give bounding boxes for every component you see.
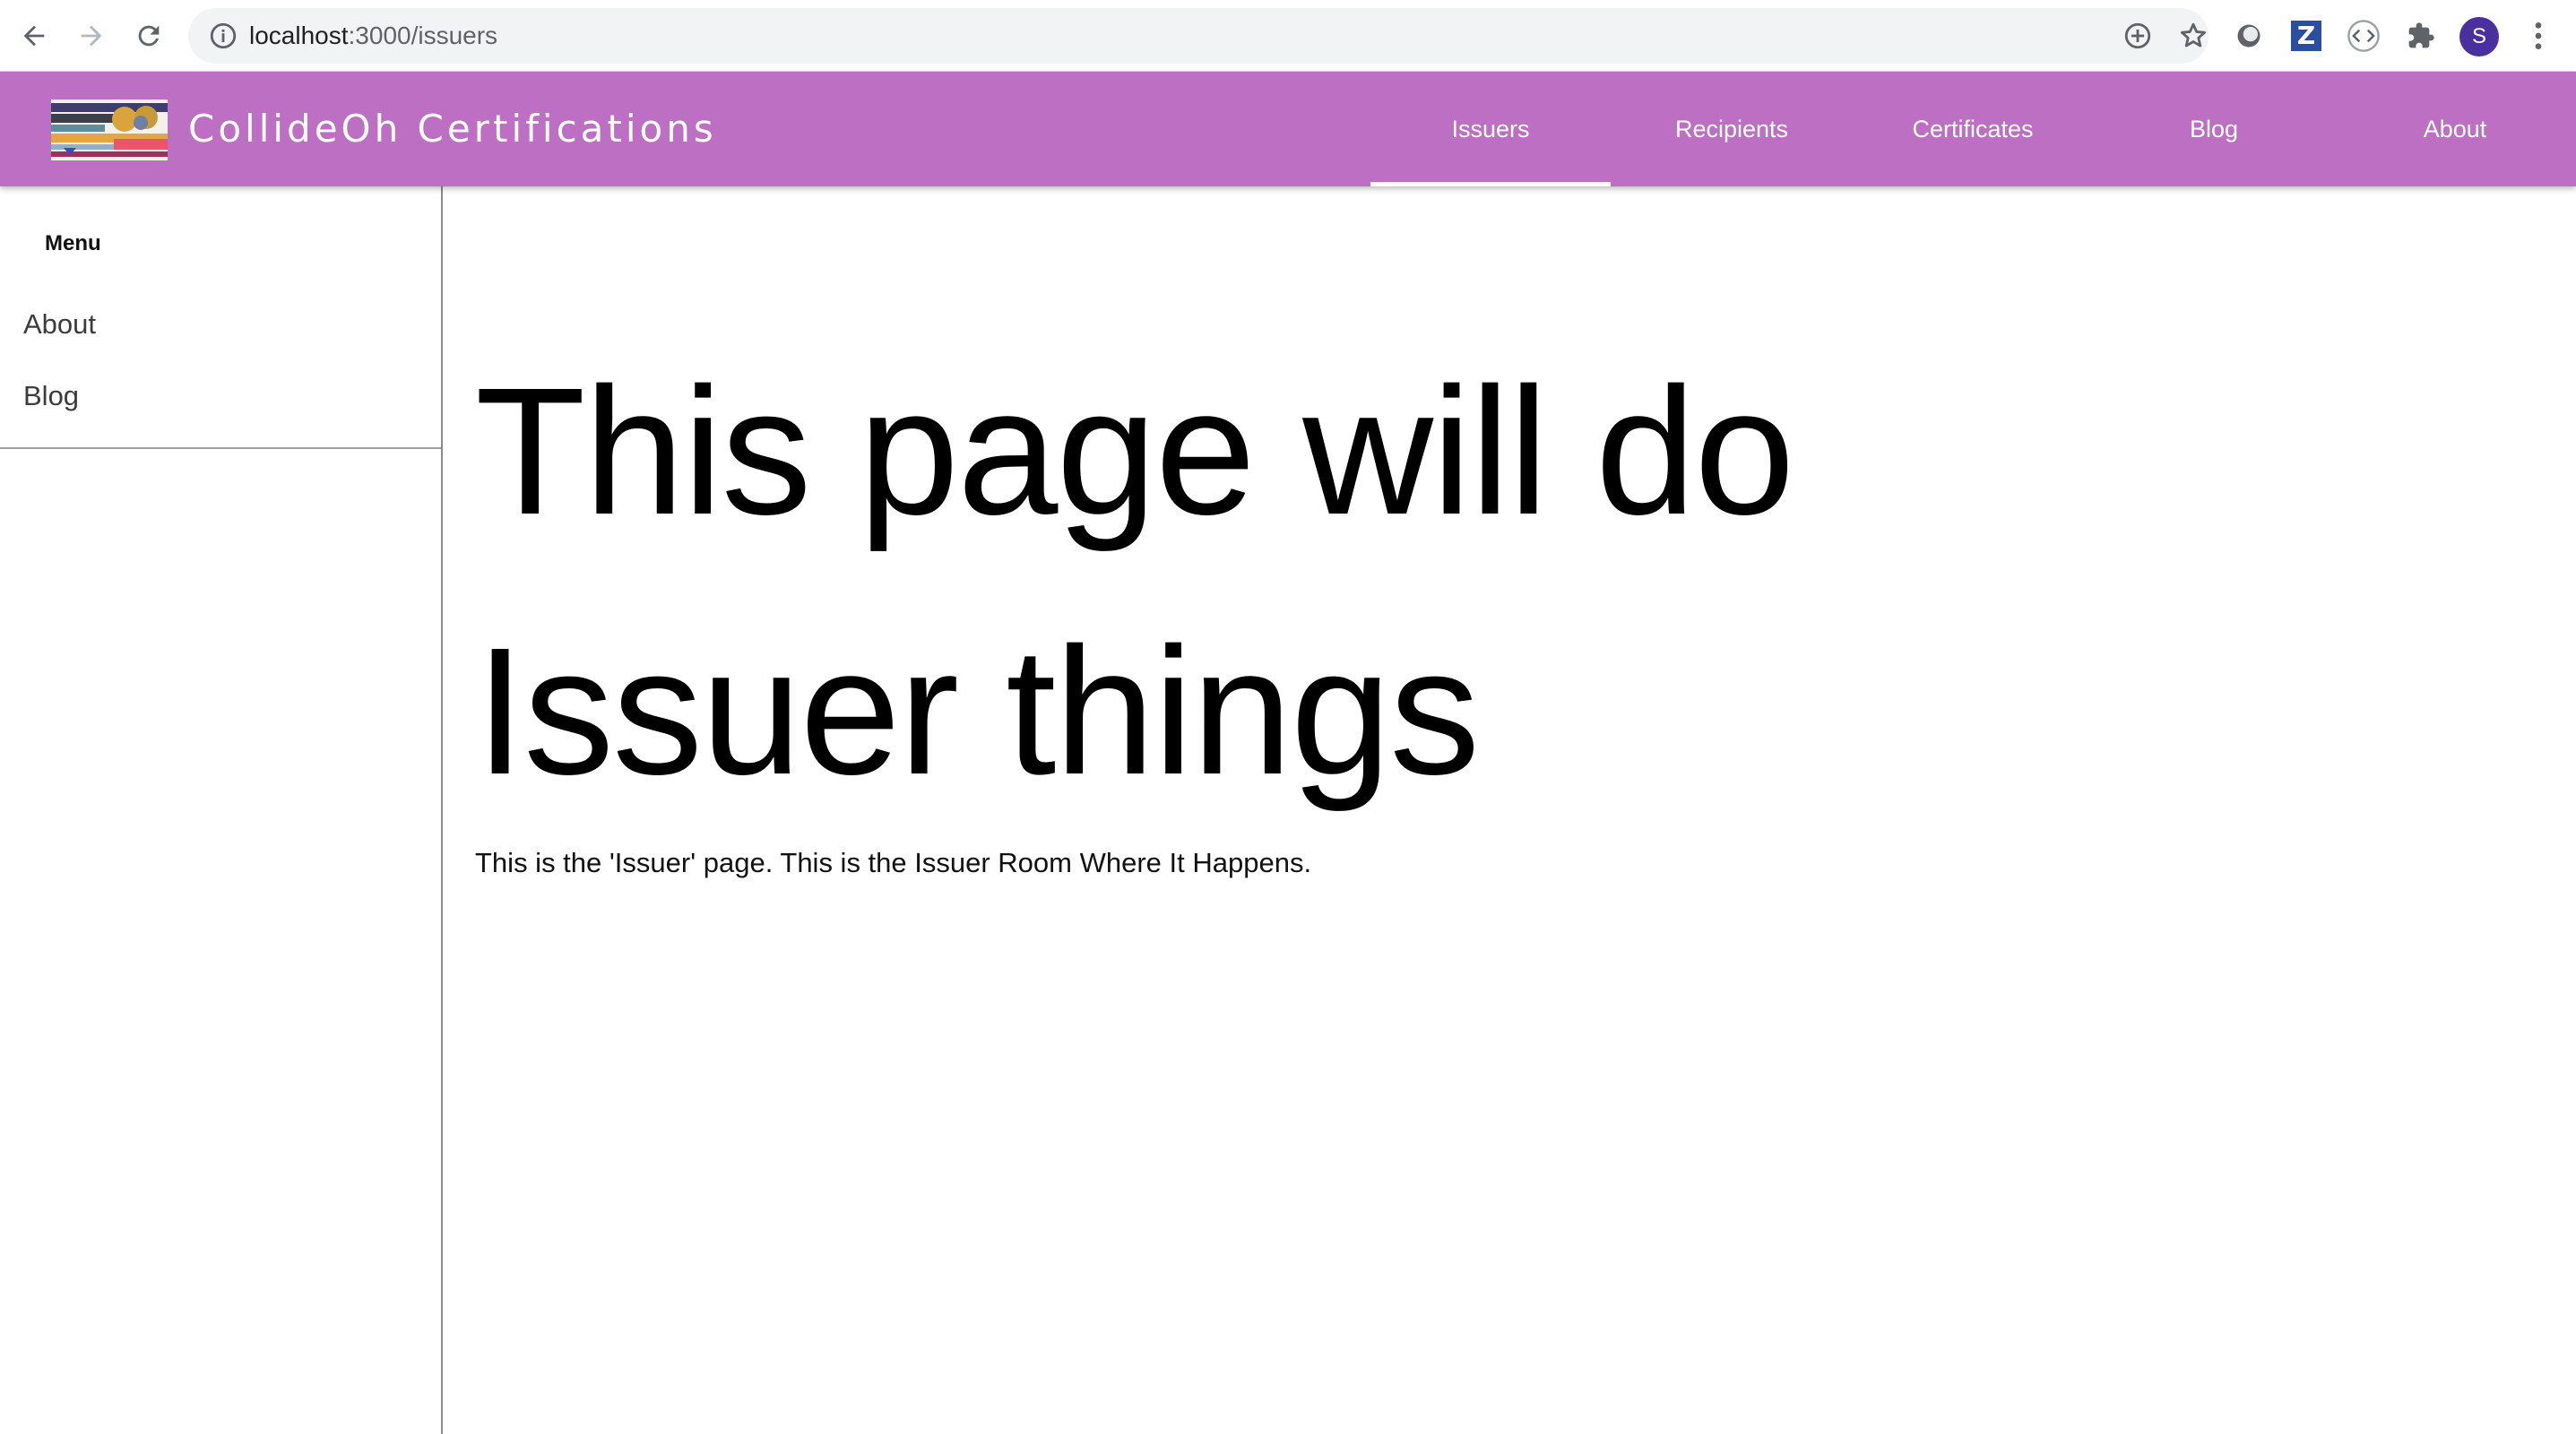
app-header: CollideOh Certifications Issuers Recipie… [0,72,2576,186]
sidebar-item-about[interactable]: About [23,308,96,341]
nav-tab-certificates[interactable]: Certificates [1853,72,2093,186]
forward-arrow-icon [81,25,102,47]
address-bar[interactable]: localhost:3000/issuers [188,8,2209,64]
page-body-text: This is the 'Issuer' page. This is the I… [475,847,1312,878]
url-host: localhost [249,22,349,49]
zoom-icon[interactable] [2122,21,2153,51]
brand-title[interactable]: CollideOh Certifications [188,72,717,186]
brand-logo[interactable] [51,99,168,160]
browser-menu-icon[interactable] [2520,18,2556,54]
url-text[interactable]: localhost:3000/issuers [249,8,497,64]
reload-button[interactable] [129,16,169,56]
nav-tab-about[interactable]: About [2335,72,2575,186]
extensions-puzzle-icon[interactable] [2402,17,2440,55]
page-heading-line-2: Issuer things [475,609,1480,812]
sidebar-title: Menu [45,231,101,255]
sidebar-divider [0,447,441,449]
info-icon[interactable] [208,21,238,51]
nav-tab-recipients[interactable]: Recipients [1612,72,1852,186]
url-path: :3000/issuers [348,22,498,49]
extension-z-label: Z [2291,21,2321,51]
profile-avatar[interactable]: S [2459,17,2499,56]
bookmark-star-icon[interactable] [2178,21,2209,51]
reload-icon [138,25,160,47]
extension-circle-icon[interactable] [2230,17,2268,55]
page-heading-line-1: This page will do [475,350,1795,552]
extension-z-icon[interactable]: Z [2287,17,2325,55]
forward-button[interactable] [72,16,111,56]
back-button[interactable] [14,16,54,56]
browser-toolbar: localhost:3000/issuers Z S [0,0,2576,72]
sidebar-item-blog[interactable]: Blog [23,380,79,412]
page-heading: This page will do Issuer things [475,321,1820,841]
main-content: This page will do Issuer things This is t… [443,186,2576,1434]
back-arrow-icon [23,25,45,47]
nav-tab-blog[interactable]: Blog [2094,72,2334,186]
extension-code-icon[interactable] [2345,17,2382,55]
nav-tab-issuers[interactable]: Issuers [1370,72,1611,186]
sidebar: Menu About Blog [0,186,443,1434]
